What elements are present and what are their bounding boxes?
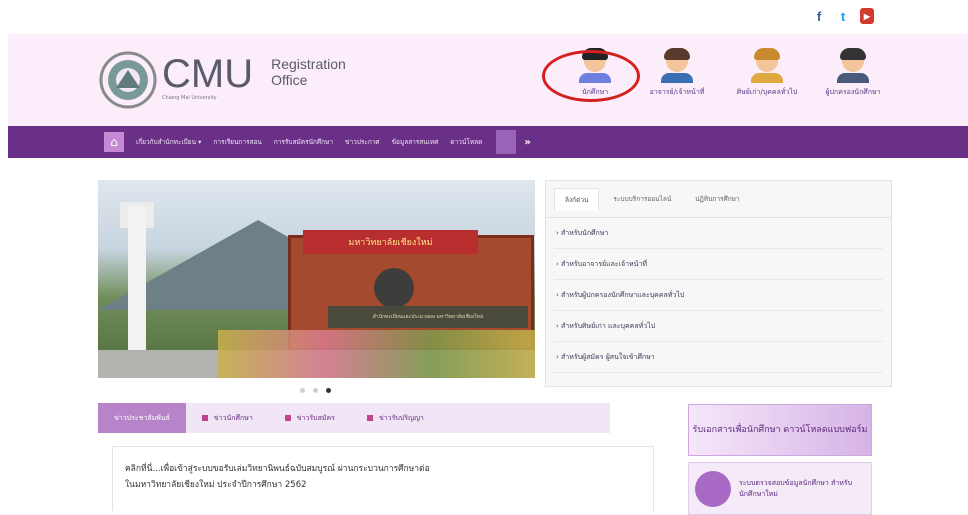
nav-item-info[interactable]: ข้อมูลสารสนเทศ	[392, 137, 439, 147]
square-icon	[366, 415, 373, 421]
gate-sign: มหาวิทยาลัยเชียงใหม่	[303, 230, 478, 254]
square-icon	[201, 415, 208, 421]
gate-arch	[374, 268, 414, 308]
banner-2-text: ระบบตรวจสอบข้อมูลนักศึกษา สำหรับนักศึกษา…	[739, 478, 853, 498]
tab-label: ข่าวนักศึกษา	[213, 413, 253, 422]
persona-label: ผู้ปกครองนักศึกษา	[825, 88, 881, 96]
clock-tower	[128, 206, 146, 356]
social-links: f t ▶	[812, 8, 874, 24]
office-line-1: Registration	[271, 56, 346, 72]
tab-student-news[interactable]: ข่าวนักศึกษา	[186, 403, 269, 433]
tab-admission-news[interactable]: ข่าวรับสมัคร	[269, 403, 351, 433]
tab-label: ข่าวรับสมัคร	[296, 413, 335, 422]
persona-staff[interactable]: อาจารย์/เจ้าหน้าที่	[632, 48, 722, 98]
nav-item-about[interactable]: เกี่ยวกับสำนักทะเบียน ▾	[136, 137, 201, 147]
nav-search-toggle[interactable]	[496, 130, 517, 154]
news-line-1: คลิกที่นี่...เพื่อเข้าสู่ระบบขอรับเล่มวิ…	[125, 464, 430, 474]
link-parents[interactable]: › สำหรับผู้ปกครองนักศึกษาและบุคคลทั่วไป	[554, 280, 883, 311]
link-students[interactable]: › สำหรับนักศึกษา	[554, 218, 883, 249]
tab-label: ข่าวรับปริญญา	[378, 413, 424, 422]
link-staff[interactable]: › สำหรับอาจารย์และเจ้าหน้าที่	[554, 249, 883, 280]
nav-item-download[interactable]: ดาวน์โหลด	[450, 137, 482, 147]
cmu-emblem-icon	[99, 51, 157, 109]
main-nav: ⌂ เกี่ยวกับสำนักทะเบียน ▾ การเรียนการสอน…	[8, 126, 968, 158]
news-line-2: ในมหาวิทยาลัยเชียงใหม่ ประจำปีการศึกษา 2…	[125, 480, 307, 490]
nav-more-icon[interactable]: »	[524, 137, 530, 148]
nav-item-admission[interactable]: การรับสมัครนักศึกษา	[274, 137, 333, 147]
slider-dot[interactable]	[300, 388, 305, 393]
news-tabs: ข่าวประชาสัมพันธ์ ข่าวนักศึกษา ข่าวรับสม…	[98, 403, 610, 433]
quick-links-list: › สำหรับนักศึกษา › สำหรับอาจารย์และเจ้าห…	[546, 218, 891, 373]
site-logo[interactable]: CMU Chiang Mai University Registration O…	[98, 50, 346, 110]
gate-base-sign: สำนักทะเบียนและประมวลผล มหาวิทยาลัยเชียง…	[328, 306, 528, 328]
tab-online-services[interactable]: ระบบบริการออนไลน์	[603, 188, 681, 210]
slider-dots	[300, 388, 331, 393]
side-banner-2[interactable]: ระบบตรวจสอบข้อมูลนักศึกษา สำหรับนักศึกษา…	[688, 462, 872, 515]
persona-label: ศิษย์เก่า/บุคคลทั่วไป	[736, 88, 798, 96]
persona-alumni[interactable]: ศิษย์เก่า/บุคคลทั่วไป	[722, 48, 812, 98]
tab-graduation-news[interactable]: ข่าวรับปริญญา	[351, 403, 440, 433]
tab-calendar[interactable]: ปฏิทินการศึกษา	[685, 188, 749, 210]
slider-dot[interactable]	[313, 388, 318, 393]
news-item[interactable]: คลิกที่นี่...เพื่อเข้าสู่ระบบขอรับเล่มวิ…	[112, 446, 654, 511]
quick-links-tabs: ลิงก์ด่วน ระบบบริการออนไลน์ ปฏิทินการศึก…	[546, 181, 891, 218]
link-applicants[interactable]: › สำหรับผู้สมัคร ผู้สนใจเข้าศึกษา	[554, 342, 883, 373]
alumni-body-icon	[751, 73, 783, 83]
quick-links-panel: ลิงก์ด่วน ระบบบริการออนไลน์ ปฏิทินการศึก…	[545, 180, 892, 387]
nav-item-teaching[interactable]: การเรียนการสอน	[213, 137, 261, 147]
office-line-2: Office	[271, 72, 308, 88]
twitter-icon[interactable]: t	[836, 8, 850, 24]
highlight-circle	[542, 50, 640, 102]
persona-parent[interactable]: ผู้ปกครองนักศึกษา	[808, 48, 898, 98]
site-header: CMU Chiang Mai University Registration O…	[8, 34, 968, 126]
hero-slider[interactable]: มหาวิทยาลัยเชียงใหม่ สำนักทะเบียนและประม…	[98, 180, 535, 378]
news-text: คลิกที่นี่...เพื่อเข้าสู่ระบบขอรับเล่มวิ…	[113, 447, 653, 493]
side-banner-1[interactable]: รับเอกสารเพื่อนักศึกษา ดาวน์โหลดแบบฟอร์ม	[688, 404, 872, 456]
brand-name: CMU	[162, 52, 254, 96]
brand-subtitle: Chiang Mai University	[162, 95, 217, 101]
staff-body-icon	[661, 73, 693, 83]
flower-bed	[218, 330, 535, 378]
parent-avatar-icon	[840, 48, 866, 72]
persona-label: อาจารย์/เจ้าหน้าที่	[649, 88, 705, 96]
square-icon	[284, 415, 291, 421]
tab-pr-news[interactable]: ข่าวประชาสัมพันธ์	[98, 403, 186, 433]
office-title: Registration Office	[271, 56, 346, 88]
slider-dot-active[interactable]	[326, 388, 331, 393]
home-icon[interactable]: ⌂	[104, 132, 124, 152]
tab-quick-links[interactable]: ลิงก์ด่วน	[554, 187, 600, 211]
nav-item-news[interactable]: ข่าวประกาศ	[345, 137, 380, 147]
link-alumni[interactable]: › สำหรับศิษย์เก่า และบุคคลทั่วไป	[554, 311, 883, 342]
person-icon	[695, 470, 731, 507]
parent-body-icon	[837, 73, 869, 83]
alumni-avatar-icon	[754, 48, 780, 72]
youtube-icon[interactable]: ▶	[860, 8, 874, 24]
staff-avatar-icon	[664, 48, 690, 72]
facebook-icon[interactable]: f	[812, 8, 826, 24]
